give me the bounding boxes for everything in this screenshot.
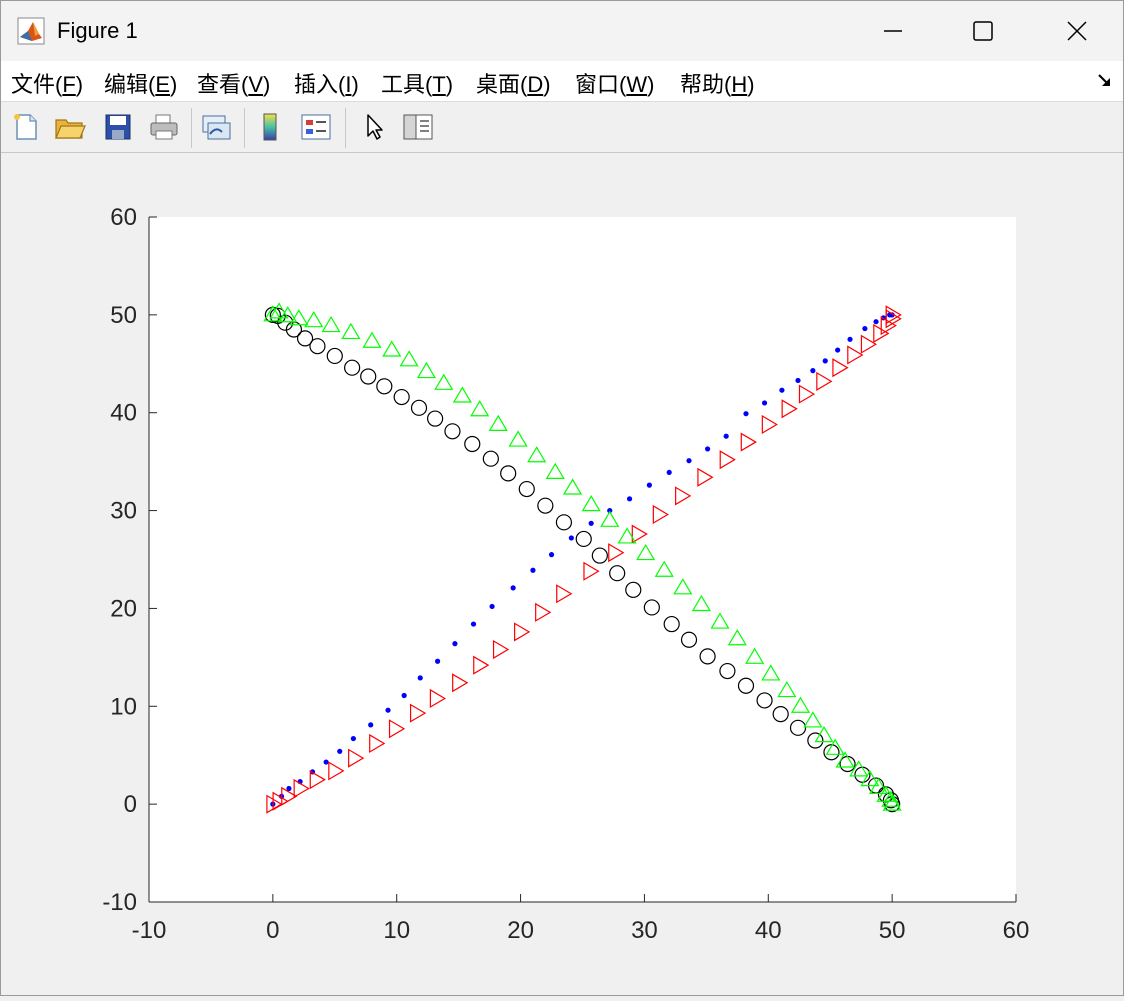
minimize-icon: [884, 30, 902, 32]
blue-dot-marker: [847, 336, 853, 342]
blue-dot-marker: [686, 458, 692, 464]
save-icon: [105, 114, 131, 140]
matlab-logo-icon: [17, 17, 45, 45]
menu-edit[interactable]: 编辑(E): [104, 67, 177, 99]
menu-desktop[interactable]: 桌面(D): [476, 67, 551, 99]
y-tick-label: 30: [110, 498, 137, 525]
blue-dot-marker: [530, 567, 536, 573]
blue-dot-marker: [452, 641, 458, 647]
open-file-icon: [55, 119, 86, 139]
maximize-button[interactable]: [937, 1, 1029, 61]
figure-window: Figure 1 文件(F) 编辑(E) 查看(V) 插入(I) 工具(T) 桌…: [0, 0, 1124, 996]
blue-dot-marker: [743, 411, 749, 417]
link-plot-icon: [202, 115, 231, 140]
menu-view[interactable]: 查看(V): [197, 67, 270, 99]
menu-file[interactable]: 文件(F): [11, 67, 83, 99]
insert-colorbar-button[interactable]: [253, 110, 287, 144]
y-tick-label: 20: [110, 595, 137, 622]
close-button[interactable]: [1031, 1, 1123, 61]
blue-dot-marker: [417, 675, 423, 681]
blue-dot-marker: [434, 658, 441, 664]
blue-dot-marker: [588, 520, 594, 526]
minimize-button[interactable]: [847, 1, 939, 61]
menu-insert[interactable]: 插入(I): [294, 67, 359, 99]
blue-dot-marker: [401, 692, 407, 699]
save-button[interactable]: [101, 110, 135, 144]
y-tick-label: 60: [110, 204, 137, 231]
blue-dot-marker: [350, 735, 356, 742]
blue-dot-marker: [385, 707, 391, 713]
colorbar-icon: [263, 113, 277, 141]
blue-dot-marker: [510, 585, 516, 591]
property-inspector-icon: [403, 114, 433, 140]
property-inspector-button[interactable]: [401, 110, 435, 144]
x-tick-label: 30: [631, 917, 658, 944]
x-tick-label: 60: [1003, 917, 1030, 944]
blue-dot-marker: [626, 496, 633, 502]
y-tick-label: -10: [102, 889, 137, 916]
blue-dot-marker: [568, 535, 574, 541]
blue-dot-marker: [835, 347, 841, 353]
new-figure-icon: [14, 114, 37, 140]
open-file-button[interactable]: [53, 110, 87, 144]
blue-dot-marker: [337, 748, 343, 754]
blue-dot-marker: [666, 469, 672, 476]
title-bar[interactable]: Figure 1: [1, 1, 1123, 61]
figure-toolbar: [1, 101, 1123, 153]
x-tick-label: 40: [755, 917, 782, 944]
blue-dot-marker: [761, 400, 768, 406]
blue-dot-marker: [795, 377, 801, 384]
scatter-chart[interactable]: -10 0 10 20 30 40 50 60 -10 0 10 20 30 40 50 60: [1, 154, 1123, 996]
blue-dot-marker: [489, 603, 495, 610]
blue-dot-marker: [470, 621, 477, 627]
insert-legend-button[interactable]: [299, 110, 333, 144]
close-icon: [1067, 21, 1087, 41]
pointer-icon: [367, 114, 383, 140]
blue-dot-marker: [822, 358, 828, 364]
dock-figure-icon[interactable]: [1097, 73, 1113, 89]
blue-dot-marker: [646, 482, 652, 488]
legend-icon: [301, 114, 331, 140]
y-tick-label: 10: [110, 693, 137, 720]
blue-dot-marker: [810, 368, 816, 374]
y-tick-label: 0: [124, 791, 137, 818]
blue-dot-marker: [862, 325, 868, 332]
maximize-icon: [973, 21, 993, 41]
edit-plot-button[interactable]: [357, 110, 391, 144]
y-tick-label: 40: [110, 400, 137, 427]
blue-dot-marker: [779, 387, 785, 393]
print-icon: [150, 114, 178, 140]
menu-tools[interactable]: 工具(T): [381, 67, 453, 99]
new-figure-button[interactable]: [9, 110, 43, 144]
blue-dot-marker: [548, 552, 555, 558]
x-tick-label: 20: [507, 917, 534, 944]
print-button[interactable]: [147, 110, 181, 144]
menu-bar: 文件(F) 编辑(E) 查看(V) 插入(I) 工具(T) 桌面(D) 窗口(W…: [1, 61, 1123, 101]
blue-dot-marker: [323, 759, 329, 765]
blue-dot-marker: [704, 446, 711, 452]
figure-canvas: -10 0 10 20 30 40 50 60 -10 0 10 20 30 40 50 60: [1, 154, 1123, 996]
blue-dot-marker: [723, 433, 729, 439]
blue-dot-marker: [873, 319, 879, 325]
menu-window[interactable]: 窗口(W): [575, 67, 654, 99]
blue-dot-marker: [368, 722, 374, 728]
link-plot-button[interactable]: [199, 110, 233, 144]
x-tick-label: -10: [132, 917, 167, 944]
x-tick-label: 50: [879, 917, 906, 944]
menu-help[interactable]: 帮助(H): [680, 67, 755, 99]
x-tick-label: 0: [266, 917, 279, 944]
window-title: Figure 1: [57, 18, 138, 43]
x-tick-label: 10: [383, 917, 410, 944]
y-tick-label: 50: [110, 302, 137, 329]
